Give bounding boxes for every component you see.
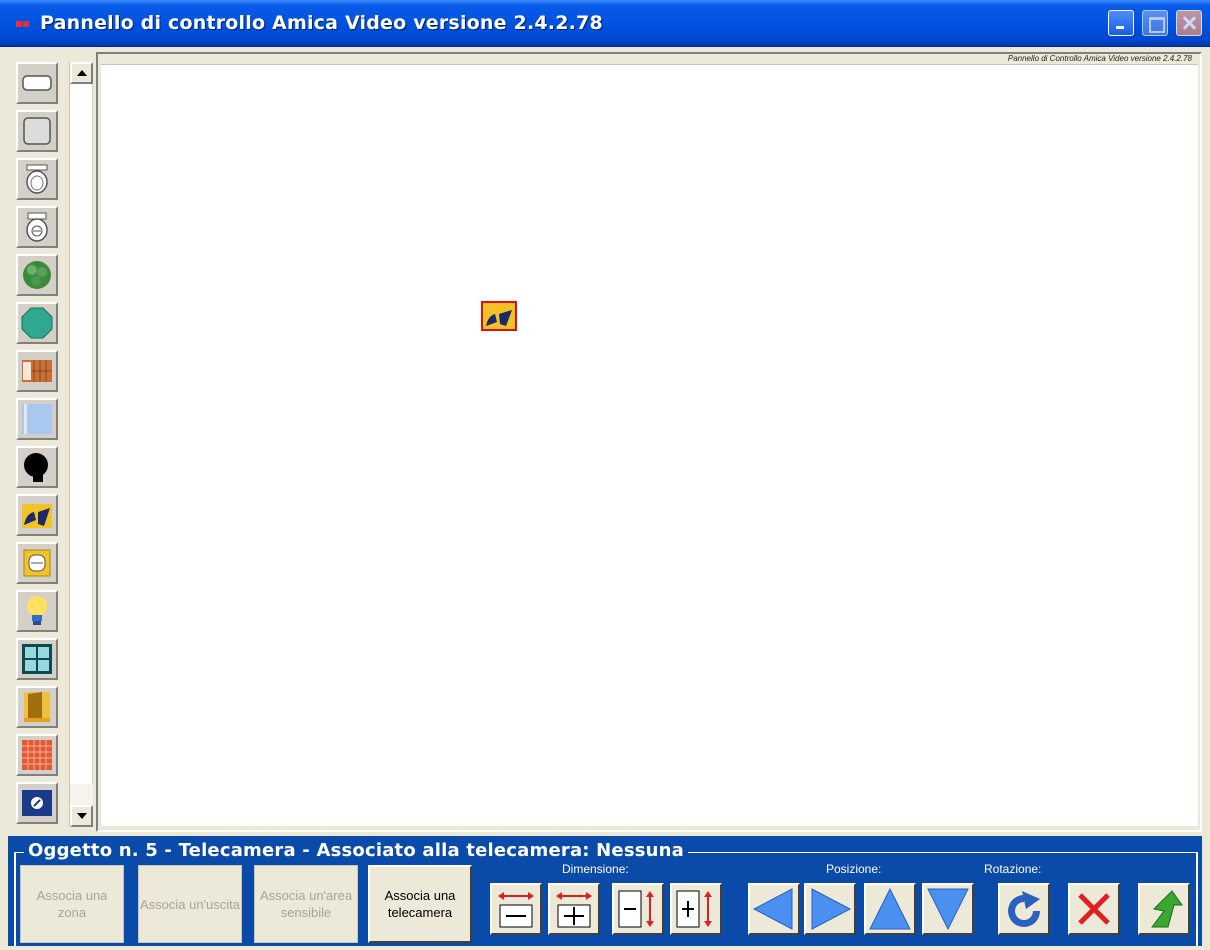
camera-tool[interactable]: [16, 494, 58, 536]
delete-icon: [1078, 893, 1110, 925]
exit-button[interactable]: [1138, 883, 1190, 935]
sensor-icon: [23, 549, 51, 577]
position-label: Posizione:: [826, 862, 882, 876]
square-icon: [23, 117, 51, 145]
associate-output-button[interactable]: Associa un'uscita: [138, 865, 242, 943]
plant-tool[interactable]: [16, 254, 58, 296]
arrow-up-icon: [76, 70, 87, 76]
rotate-button[interactable]: [998, 883, 1050, 935]
octagon-table-tool[interactable]: [16, 302, 58, 344]
floor-plan-canvas[interactable]: [101, 64, 1198, 826]
glass-panel-tool[interactable]: [16, 398, 58, 440]
delete-object-button[interactable]: [1068, 883, 1120, 935]
badge-icon: [22, 790, 52, 816]
glass-panel-icon: [22, 404, 52, 434]
arrow-right-icon: [811, 888, 852, 930]
associate-zone-button[interactable]: Associa una zona: [20, 865, 124, 943]
height-increase-button[interactable]: [670, 883, 722, 935]
toolbox-scrollbar[interactable]: [69, 62, 93, 827]
dimension-label: Dimensione:: [562, 862, 629, 876]
plant-icon: [23, 261, 51, 289]
canvas-caption: Pannello di Controllo Amica Video versio…: [1007, 54, 1192, 63]
camera-icon: [484, 304, 514, 328]
rectangle-shape-tool[interactable]: [16, 62, 58, 104]
window-title: Pannello di controllo Amica Video versio…: [40, 12, 603, 34]
octagon-icon: [21, 307, 53, 339]
toilet-tool[interactable]: [16, 206, 58, 248]
sensor-tool[interactable]: [16, 542, 58, 584]
window-icon: [22, 644, 52, 674]
bookcase-tool[interactable]: [16, 350, 58, 392]
width-increase-icon: [556, 892, 592, 928]
camera-icon: [22, 504, 52, 528]
app-icon: [16, 21, 29, 27]
square-shape-tool[interactable]: [16, 110, 58, 152]
move-left-button[interactable]: [748, 883, 800, 935]
light-bulb-icon: [27, 596, 47, 625]
object-toolbox: [8, 52, 68, 827]
associate-camera-button[interactable]: Associa una telecamera: [368, 865, 472, 943]
rotation-label: Rotazione:: [984, 862, 1042, 876]
door-tool[interactable]: [16, 686, 58, 728]
move-down-button[interactable]: [922, 883, 974, 935]
app-window: Pannello di controllo Amica Video versio…: [0, 0, 1210, 950]
width-decrease-icon: [498, 892, 534, 928]
window-tool[interactable]: [16, 638, 58, 680]
scroll-up-button[interactable]: [70, 62, 93, 84]
speaker-tool[interactable]: [16, 446, 58, 488]
arrow-left-icon: [752, 888, 793, 930]
light-bulb-tool[interactable]: [16, 590, 58, 632]
close-button[interactable]: [1176, 10, 1202, 36]
title-bar[interactable]: Pannello di controllo Amica Video versio…: [0, 0, 1210, 47]
placed-camera-object[interactable]: [481, 301, 517, 331]
arrow-down-icon: [927, 888, 969, 931]
object-properties-panel: Oggetto n. 5 - Telecamera - Associato al…: [8, 836, 1202, 946]
rotate-icon: [1008, 891, 1044, 927]
grid-icon: [22, 740, 52, 770]
door-icon: [24, 692, 50, 722]
exit-arrow-icon: [1151, 890, 1183, 928]
height-decrease-icon: [618, 890, 654, 928]
maximize-button[interactable]: [1142, 10, 1168, 36]
rectangle-icon: [22, 75, 52, 91]
scroll-down-button[interactable]: [70, 805, 93, 827]
height-decrease-button[interactable]: [612, 883, 664, 935]
object-info-title: Oggetto n. 5 - Telecamera - Associato al…: [24, 840, 689, 861]
canvas-frame: Pannello di Controllo Amica Video versio…: [96, 52, 1202, 832]
minimize-button[interactable]: [1108, 10, 1134, 36]
bookcase-icon: [22, 360, 52, 382]
grid-panel-tool[interactable]: [16, 734, 58, 776]
move-right-button[interactable]: [804, 883, 856, 935]
scroll-thumb[interactable]: [70, 84, 93, 784]
move-up-button[interactable]: [864, 883, 916, 935]
speaker-icon: [24, 453, 48, 482]
arrow-up-icon: [869, 887, 911, 930]
width-decrease-button[interactable]: [490, 883, 542, 935]
width-increase-button[interactable]: [548, 883, 600, 935]
badge-tool[interactable]: [16, 782, 58, 824]
toilet-icon: [26, 212, 48, 242]
sink-icon: [26, 164, 48, 194]
associate-area-button[interactable]: Associa un'area sensibile: [254, 865, 358, 943]
height-increase-icon: [676, 890, 712, 928]
sink-tool[interactable]: [16, 158, 58, 200]
arrow-down-icon: [76, 813, 87, 819]
